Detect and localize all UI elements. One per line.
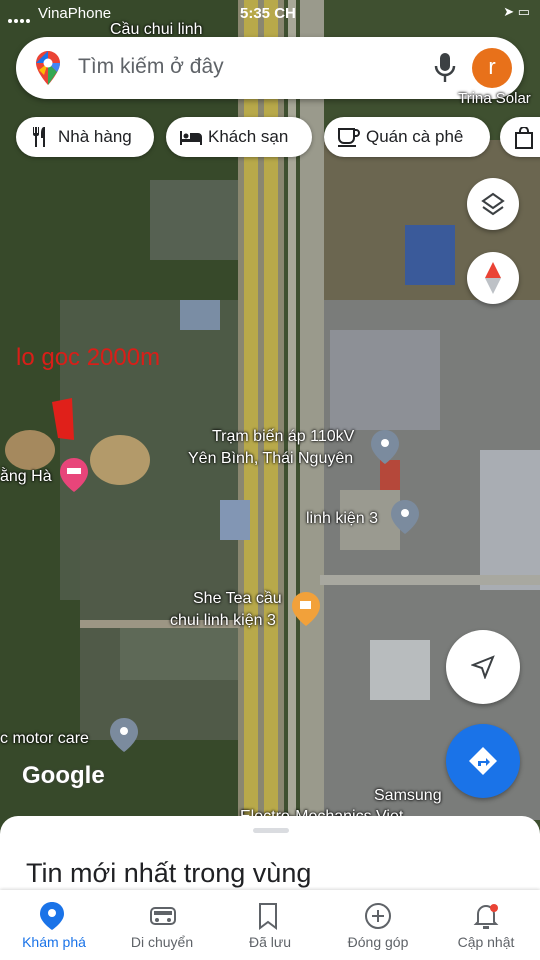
chip-restaurants[interactable]: Nhà hàng	[16, 117, 154, 157]
navigation-arrow-icon	[471, 655, 495, 679]
chip-hotels[interactable]: Khách sạn	[166, 117, 312, 157]
cafe-pin-icon[interactable]	[292, 592, 320, 626]
bed-icon	[180, 131, 202, 145]
nav-explore[interactable]: Khám phá	[0, 890, 108, 960]
motor-pin-icon[interactable]	[110, 718, 138, 752]
chip-cafes[interactable]: Quán cà phê	[324, 117, 490, 157]
google-maps-pin-icon	[36, 51, 60, 85]
clock: 5:35 CH	[240, 5, 296, 22]
status-bar: VinaPhone 5:35 CH ➤ ▭	[0, 0, 540, 28]
search-bar[interactable]: Tìm kiếm ở đây r	[16, 37, 524, 99]
hotel-pin-icon[interactable]	[60, 458, 88, 492]
nav-updates[interactable]: Cập nhật	[432, 890, 540, 960]
avatar[interactable]: r	[472, 48, 512, 88]
carrier-label: VinaPhone	[38, 5, 112, 22]
map-label-she-tea-2[interactable]: chui linh kiện 3	[170, 612, 276, 630]
bottom-navigation: Khám phá Di chuyển Đã lưu Đóng góp Cập n…	[0, 890, 540, 960]
nav-contribute[interactable]: Đóng góp	[324, 890, 432, 960]
car-bus-icon	[150, 907, 176, 925]
place-pin-icon[interactable]	[391, 500, 419, 534]
battery-icon: ➤ ▭	[503, 4, 530, 19]
search-placeholder[interactable]: Tìm kiếm ở đây	[78, 55, 224, 79]
chip-shopping[interactable]	[500, 117, 540, 157]
directions-button[interactable]	[446, 724, 520, 798]
compass-button[interactable]	[467, 252, 519, 304]
sheet-drag-handle[interactable]	[253, 828, 289, 833]
sheet-title: Tin mới nhất trong vùng	[26, 858, 312, 888]
map-label-substation-1[interactable]: Trạm biến áp 110kV	[212, 428, 354, 446]
nav-commute[interactable]: Di chuyển	[108, 890, 216, 960]
nav-saved[interactable]: Đã lưu	[216, 890, 324, 960]
compass-icon	[485, 262, 501, 294]
directions-icon	[469, 747, 497, 775]
coffee-icon	[338, 128, 360, 147]
map-label-cau-chui[interactable]: Cầu chui linh	[110, 21, 203, 39]
restaurant-icon	[33, 127, 45, 147]
map-label-trina-solar[interactable]: Trina Solar	[458, 90, 531, 107]
signal-icon	[8, 10, 32, 27]
map-label-linh-kien[interactable]: linh kiện 3	[306, 510, 378, 528]
google-watermark: Google	[22, 762, 105, 789]
bell-icon	[473, 904, 499, 929]
bookmark-icon	[259, 903, 277, 930]
substation-pin-icon[interactable]	[371, 430, 399, 464]
plus-circle-icon	[365, 903, 391, 929]
my-location-button[interactable]	[446, 630, 520, 704]
map-label-hang-ha[interactable]: ằng Hà	[0, 468, 52, 486]
annotation-text: lo goc 2000m	[16, 344, 161, 371]
map-label-she-tea-1[interactable]: She Tea cầu	[193, 590, 282, 608]
map-label-motor-care[interactable]: c motor care	[0, 730, 89, 748]
bottom-sheet[interactable]: Tin mới nhất trong vùng	[0, 816, 540, 896]
location-pin-icon	[40, 902, 64, 930]
map-label-substation-2[interactable]: Yên Bình, Thái Nguyên	[188, 450, 353, 468]
microphone-icon[interactable]	[434, 53, 456, 83]
map-label-samsung[interactable]: Samsung	[374, 787, 442, 805]
layers-icon	[481, 192, 505, 216]
shopping-bag-icon	[515, 127, 533, 149]
layers-button[interactable]	[467, 178, 519, 230]
